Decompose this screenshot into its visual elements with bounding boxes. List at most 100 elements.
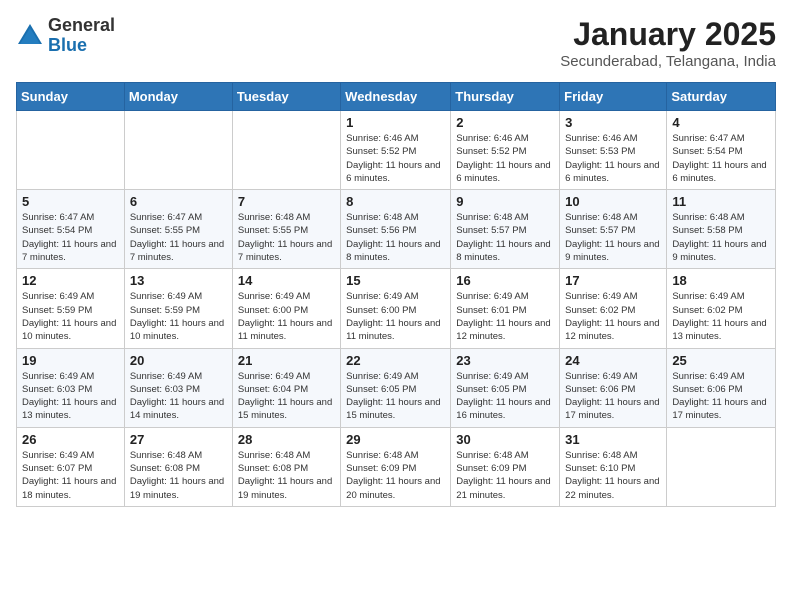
day-cell: 20 Sunrise: 6:49 AMSunset: 6:03 PMDayligh…	[124, 348, 232, 427]
day-info: Sunrise: 6:47 AMSunset: 5:55 PMDaylight:…	[130, 211, 227, 264]
day-number: 28	[238, 432, 335, 447]
day-number: 29	[346, 432, 445, 447]
logo-blue-text: Blue	[48, 36, 115, 56]
day-number: 10	[565, 194, 661, 209]
logo-general-text: General	[48, 16, 115, 36]
day-number: 5	[22, 194, 119, 209]
day-cell	[667, 427, 776, 506]
day-info: Sunrise: 6:49 AMSunset: 6:00 PMDaylight:…	[346, 290, 445, 343]
day-number: 12	[22, 273, 119, 288]
day-cell: 12 Sunrise: 6:49 AMSunset: 5:59 PMDayligh…	[17, 269, 125, 348]
day-info: Sunrise: 6:49 AMSunset: 5:59 PMDaylight:…	[22, 290, 119, 343]
day-number: 3	[565, 115, 661, 130]
day-info: Sunrise: 6:48 AMSunset: 5:56 PMDaylight:…	[346, 211, 445, 264]
weekday-header-tuesday: Tuesday	[232, 83, 340, 111]
day-cell: 23 Sunrise: 6:49 AMSunset: 6:05 PMDayligh…	[451, 348, 560, 427]
weekday-header-monday: Monday	[124, 83, 232, 111]
week-row-5: 26Sunrise: 6:49 AMSunset: 6:07 PMDayligh…	[17, 427, 776, 506]
day-number: 20	[130, 353, 227, 368]
day-cell: 24 Sunrise: 6:49 AMSunset: 6:06 PMDayligh…	[560, 348, 667, 427]
day-number: 17	[565, 273, 661, 288]
day-info: Sunrise: 6:47 AMSunset: 5:54 PMDaylight:…	[672, 132, 770, 185]
day-number: 14	[238, 273, 335, 288]
day-cell: 13 Sunrise: 6:49 AMSunset: 5:59 PMDayligh…	[124, 269, 232, 348]
day-cell: 7Sunrise: 6:48 AMSunset: 5:55 PMDaylight…	[232, 190, 340, 269]
day-info: Sunrise: 6:49 AMSunset: 6:06 PMDaylight:…	[672, 370, 770, 423]
day-number: 27	[130, 432, 227, 447]
weekday-header-wednesday: Wednesday	[341, 83, 451, 111]
day-cell: 9Sunrise: 6:48 AMSunset: 5:57 PMDaylight…	[451, 190, 560, 269]
day-number: 25	[672, 353, 770, 368]
day-info: Sunrise: 6:48 AMSunset: 6:08 PMDaylight:…	[130, 449, 227, 502]
day-cell	[124, 111, 232, 190]
day-info: Sunrise: 6:49 AMSunset: 5:59 PMDaylight:…	[130, 290, 227, 343]
week-row-3: 12 Sunrise: 6:49 AMSunset: 5:59 PMDayligh…	[17, 269, 776, 348]
day-number: 21	[238, 353, 335, 368]
day-number: 18	[672, 273, 770, 288]
day-number: 16	[456, 273, 554, 288]
week-row-4: 19Sunrise: 6:49 AMSunset: 6:03 PMDayligh…	[17, 348, 776, 427]
calendar-subtitle: Secunderabad, Telangana, India	[560, 53, 776, 70]
day-info: Sunrise: 6:49 AMSunset: 6:04 PMDaylight:…	[238, 370, 335, 423]
day-cell: 8Sunrise: 6:48 AMSunset: 5:56 PMDaylight…	[341, 190, 451, 269]
day-info: Sunrise: 6:48 AMSunset: 6:09 PMDaylight:…	[456, 449, 554, 502]
weekday-header-row: SundayMondayTuesdayWednesdayThursdayFrid…	[17, 83, 776, 111]
day-info: Sunrise: 6:48 AMSunset: 6:10 PMDaylight:…	[565, 449, 661, 502]
logo-icon	[16, 22, 44, 50]
day-cell: 3 Sunrise: 6:46 AMSunset: 5:53 PMDaylight…	[560, 111, 667, 190]
day-info: Sunrise: 6:47 AMSunset: 5:54 PMDaylight:…	[22, 211, 119, 264]
day-cell: 4 Sunrise: 6:47 AMSunset: 5:54 PMDaylight…	[667, 111, 776, 190]
day-info: Sunrise: 6:49 AMSunset: 6:01 PMDaylight:…	[456, 290, 554, 343]
day-number: 31	[565, 432, 661, 447]
week-row-1: 1Sunrise: 6:46 AMSunset: 5:52 PMDaylight…	[17, 111, 776, 190]
day-info: Sunrise: 6:46 AMSunset: 5:52 PMDaylight:…	[456, 132, 554, 185]
day-number: 24	[565, 353, 661, 368]
day-cell: 21 Sunrise: 6:49 AMSunset: 6:04 PMDayligh…	[232, 348, 340, 427]
day-info: Sunrise: 6:49 AMSunset: 6:00 PMDaylight:…	[238, 290, 335, 343]
day-number: 30	[456, 432, 554, 447]
day-info: Sunrise: 6:49 AMSunset: 6:05 PMDaylight:…	[346, 370, 445, 423]
weekday-header-friday: Friday	[560, 83, 667, 111]
day-number: 2	[456, 115, 554, 130]
day-cell: 2 Sunrise: 6:46 AMSunset: 5:52 PMDaylight…	[451, 111, 560, 190]
day-number: 4	[672, 115, 770, 130]
day-number: 6	[130, 194, 227, 209]
day-info: Sunrise: 6:46 AMSunset: 5:52 PMDaylight:…	[346, 132, 445, 185]
day-number: 9	[456, 194, 554, 209]
day-number: 23	[456, 353, 554, 368]
day-info: Sunrise: 6:49 AMSunset: 6:05 PMDaylight:…	[456, 370, 554, 423]
day-info: Sunrise: 6:46 AMSunset: 5:53 PMDaylight:…	[565, 132, 661, 185]
day-cell: 31 Sunrise: 6:48 AMSunset: 6:10 PMDayligh…	[560, 427, 667, 506]
day-cell: 17 Sunrise: 6:49 AMSunset: 6:02 PMDayligh…	[560, 269, 667, 348]
day-cell: 14 Sunrise: 6:49 AMSunset: 6:00 PMDayligh…	[232, 269, 340, 348]
day-cell: 28 Sunrise: 6:48 AMSunset: 6:08 PMDayligh…	[232, 427, 340, 506]
day-number: 22	[346, 353, 445, 368]
day-info: Sunrise: 6:48 AMSunset: 5:55 PMDaylight:…	[238, 211, 335, 264]
day-cell: 25 Sunrise: 6:49 AMSunset: 6:06 PMDayligh…	[667, 348, 776, 427]
day-cell: 26Sunrise: 6:49 AMSunset: 6:07 PMDayligh…	[17, 427, 125, 506]
week-row-2: 5 Sunrise: 6:47 AMSunset: 5:54 PMDaylight…	[17, 190, 776, 269]
day-info: Sunrise: 6:49 AMSunset: 6:03 PMDaylight:…	[130, 370, 227, 423]
day-info: Sunrise: 6:48 AMSunset: 5:57 PMDaylight:…	[565, 211, 661, 264]
day-cell: 11Sunrise: 6:48 AMSunset: 5:58 PMDayligh…	[667, 190, 776, 269]
weekday-header-thursday: Thursday	[451, 83, 560, 111]
day-cell: 18Sunrise: 6:49 AMSunset: 6:02 PMDayligh…	[667, 269, 776, 348]
day-info: Sunrise: 6:48 AMSunset: 6:09 PMDaylight:…	[346, 449, 445, 502]
day-cell: 5 Sunrise: 6:47 AMSunset: 5:54 PMDaylight…	[17, 190, 125, 269]
day-cell: 16 Sunrise: 6:49 AMSunset: 6:01 PMDayligh…	[451, 269, 560, 348]
day-cell	[17, 111, 125, 190]
day-cell: 27 Sunrise: 6:48 AMSunset: 6:08 PMDayligh…	[124, 427, 232, 506]
day-info: Sunrise: 6:49 AMSunset: 6:07 PMDaylight:…	[22, 449, 119, 502]
day-info: Sunrise: 6:49 AMSunset: 6:06 PMDaylight:…	[565, 370, 661, 423]
day-cell: 29 Sunrise: 6:48 AMSunset: 6:09 PMDayligh…	[341, 427, 451, 506]
day-number: 13	[130, 273, 227, 288]
day-info: Sunrise: 6:49 AMSunset: 6:02 PMDaylight:…	[565, 290, 661, 343]
day-info: Sunrise: 6:49 AMSunset: 6:03 PMDaylight:…	[22, 370, 119, 423]
title-block: January 2025 Secunderabad, Telangana, In…	[560, 16, 776, 70]
day-cell	[232, 111, 340, 190]
day-number: 11	[672, 194, 770, 209]
day-info: Sunrise: 6:48 AMSunset: 6:08 PMDaylight:…	[238, 449, 335, 502]
logo: General Blue	[16, 16, 115, 56]
weekday-header-saturday: Saturday	[667, 83, 776, 111]
day-cell: 10 Sunrise: 6:48 AMSunset: 5:57 PMDayligh…	[560, 190, 667, 269]
